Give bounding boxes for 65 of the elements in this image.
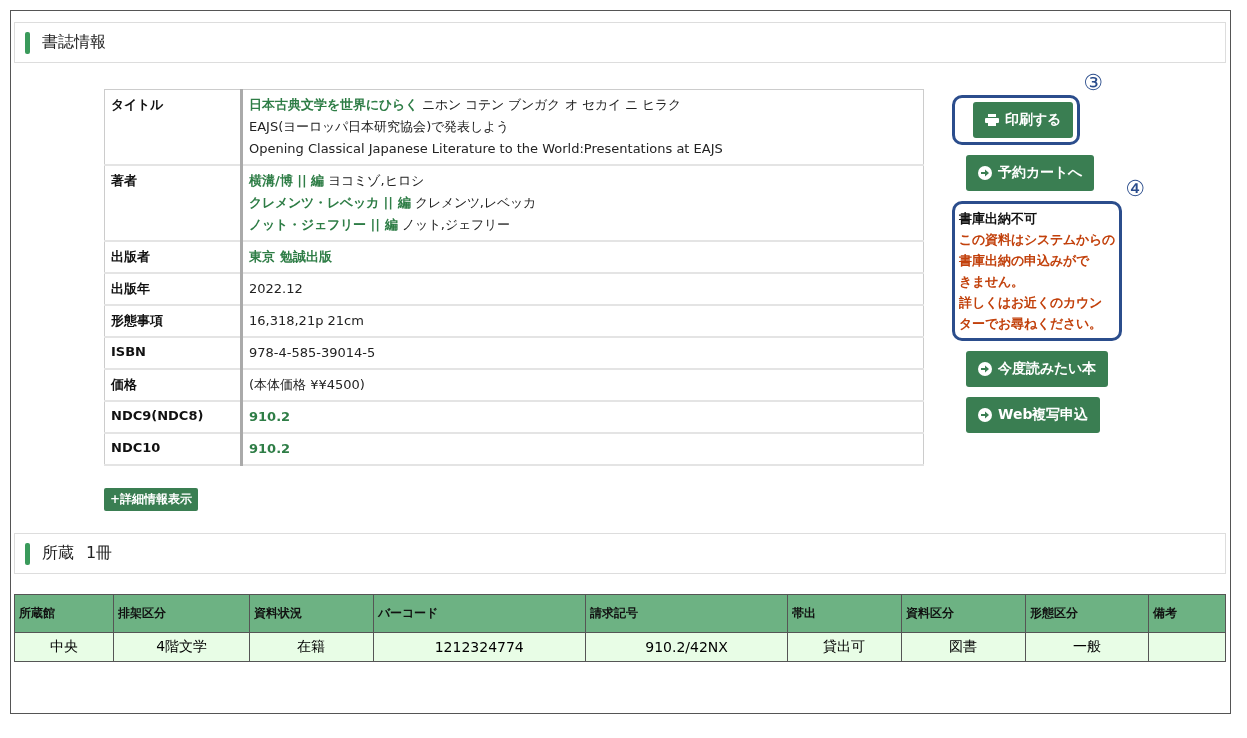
section-title: 所蔵 [42, 543, 74, 564]
column-header: 備考 [1148, 594, 1226, 633]
column-header: 資料状況 [249, 594, 374, 633]
section-marker [25, 31, 30, 54]
arrow-circle-icon [978, 408, 992, 422]
column-header: バーコード [373, 594, 586, 633]
column-header: 所蔵館 [14, 594, 114, 633]
arrow-circle-icon [978, 166, 992, 180]
value-link[interactable]: ノット・ジェフリー || 編 [249, 217, 398, 232]
field-label: タイトル [104, 89, 242, 165]
column-header: 形態区分 [1025, 594, 1149, 633]
value-text: クレメンツ,レベッカ [413, 195, 536, 210]
column-header: 排架区分 [113, 594, 250, 633]
field-label: NDC9(NDC8) [104, 401, 242, 433]
field-label: 出版者 [104, 241, 242, 273]
print-button[interactable]: 印刷する [973, 102, 1073, 138]
holdings-count: 1冊 [86, 543, 113, 564]
table-cell: 1212324774 [373, 632, 586, 662]
value-link[interactable]: 東京 勉誠出版 [249, 249, 332, 264]
section-marker [25, 542, 30, 565]
value-link[interactable]: 日本古典文学を世界にひらく [249, 97, 418, 112]
table-cell: 貸出可 [787, 632, 902, 662]
value-link[interactable]: 910.2 [249, 409, 291, 424]
value-text: ニホン コテン ブンガク オ セカイ ニ ヒラク [421, 97, 681, 112]
value-text: 978-4-585-39014-5 [249, 345, 376, 360]
field-label: NDC10 [104, 433, 242, 465]
value-link[interactable]: 横溝/博 || 編 [249, 173, 325, 188]
column-header: 帯出 [787, 594, 902, 633]
field-label: 価格 [104, 369, 242, 401]
notice-message: ターでお尋ねください。 [959, 315, 1103, 333]
table-cell: 4階文学 [113, 632, 250, 662]
value-link[interactable]: クレメンツ・レベッカ || 編 [249, 195, 411, 210]
callout-number: ③ [1083, 70, 1103, 95]
table-cell: 中央 [14, 632, 114, 662]
notice-message: 書庫出納の申込みがで [959, 252, 1091, 270]
field-label: 著者 [104, 165, 242, 241]
printer-icon [985, 114, 999, 126]
field-label: ISBN [104, 337, 242, 369]
table-cell: 一般 [1025, 632, 1149, 662]
table-cell: 910.2/42NX [585, 632, 788, 662]
show-details-button[interactable]: +詳細情報表示 [104, 488, 199, 511]
field-label: 形態事項 [104, 305, 242, 337]
value-text: 2022.12 [249, 281, 303, 296]
arrow-circle-icon [978, 362, 992, 376]
value-text: Opening Classical Japanese Literature to the World:Presentations at EAJS [249, 141, 723, 156]
value-text: 16,318,21p 21cm [249, 313, 364, 328]
section-title: 書誌情報 [42, 32, 106, 53]
field-label: 出版年 [104, 273, 242, 305]
action-button[interactable]: Web複写申込 [966, 397, 1101, 433]
notice-title: 書庫出納不可 [959, 210, 1038, 228]
notice-message: この資料はシステムからの [959, 231, 1115, 249]
value-text: ノット,ジェフリー [400, 217, 510, 232]
value-text: ヨコミゾ,ヒロシ [327, 173, 424, 188]
callout-number: ④ [1125, 176, 1145, 201]
table-cell: 図書 [901, 632, 1026, 662]
action-button[interactable]: 今度読みたい本 [966, 351, 1108, 387]
column-header: 請求記号 [585, 594, 788, 633]
column-header: 資料区分 [901, 594, 1026, 633]
value-link[interactable]: 910.2 [249, 441, 291, 456]
value-text: (本体価格 ¥¥4500) [249, 377, 365, 392]
notice-message: 詳しくはお近くのカウン [959, 294, 1103, 312]
notice-message: きません。 [959, 273, 1025, 291]
table-cell: 在籍 [249, 632, 374, 662]
value-text: EAJS(ヨーロッパ日本研究協会)で発表しよう [249, 119, 510, 134]
action-button[interactable]: 予約カートへ [966, 155, 1094, 191]
